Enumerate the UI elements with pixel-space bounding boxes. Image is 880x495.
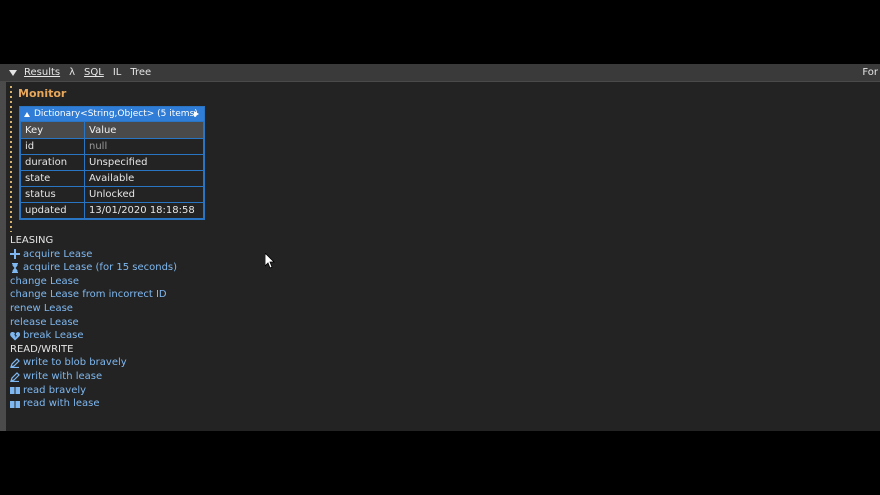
tab-sql[interactable]: SQL (84, 67, 104, 78)
dictionary-grid: Key Value id null duration Unspecified s… (20, 121, 204, 219)
row-key: updated (20, 202, 85, 219)
row-value: 13/01/2020 18:18:58 (84, 202, 204, 219)
table-row: updated 13/01/2020 18:18:58 (20, 202, 204, 219)
read-with-lease-link[interactable]: read with lease (10, 397, 177, 411)
results-toolbar: Results λ SQL IL Tree For (0, 64, 880, 82)
table-header-row: Key Value (20, 121, 204, 139)
read-with-lease-label: read with lease (23, 398, 100, 410)
acquire-lease-link[interactable]: acquire Lease (10, 248, 177, 262)
tab-il[interactable]: IL (113, 67, 122, 78)
table-row: status Unlocked (20, 186, 204, 203)
write-with-lease-label: write with lease (23, 370, 103, 382)
table-row: state Available (20, 170, 204, 187)
table-row: duration Unspecified (20, 154, 204, 171)
collapse-up-icon[interactable] (24, 111, 30, 117)
left-gutter (0, 82, 6, 431)
action-list: LEASING acquire Lease acquire Lease (for… (10, 234, 177, 411)
table-row: id null (20, 138, 204, 155)
row-key: id (20, 138, 85, 155)
write-icon (10, 358, 20, 369)
dictionary-header-label: Dictionary<String,Object> (5 items) (34, 109, 198, 119)
dotted-guide (10, 86, 12, 232)
book-icon (10, 400, 20, 408)
row-key: status (20, 186, 85, 203)
dictionary-header[interactable]: Dictionary<String,Object> (5 items) (20, 107, 204, 121)
row-value: Unlocked (84, 186, 204, 203)
book-icon (10, 387, 20, 395)
read-bravely-link[interactable]: read bravely (10, 384, 177, 398)
release-lease-link[interactable]: release Lease (10, 316, 177, 330)
collapse-triangle-icon[interactable] (9, 69, 17, 76)
renew-lease-link[interactable]: renew Lease (10, 302, 177, 316)
read-bravely-label: read bravely (23, 384, 87, 396)
results-panel: Results λ SQL IL Tree For Monitor Dictio… (0, 64, 880, 431)
mouse-pointer-icon (265, 253, 275, 269)
break-lease-link[interactable]: break Lease (10, 329, 177, 343)
tab-lambda[interactable]: λ (69, 67, 75, 78)
broken-heart-icon (10, 331, 20, 341)
column-header-value: Value (84, 121, 204, 139)
row-value: Unspecified (84, 154, 204, 171)
hourglass-icon (12, 262, 18, 273)
expand-right-icon[interactable] (194, 111, 199, 117)
row-value: null (84, 138, 204, 155)
acquire-lease-15s-label: acquire Lease (for 15 seconds) (23, 262, 178, 274)
write-bravely-label: write to blob bravely (23, 357, 127, 369)
write-with-lease-link[interactable]: write with lease (10, 370, 177, 384)
dictionary-table: Dictionary<String,Object> (5 items) Key … (19, 106, 205, 220)
leasing-heading: LEASING (10, 235, 54, 246)
row-key: state (20, 170, 85, 187)
break-lease-label: break Lease (23, 330, 84, 342)
column-header-key: Key (20, 121, 85, 139)
toolbar-right-label[interactable]: For (862, 67, 878, 78)
row-key: duration (20, 154, 85, 171)
row-value: Available (84, 170, 204, 187)
readwrite-heading: READ/WRITE (10, 343, 74, 355)
monitor-title: Monitor (18, 87, 67, 100)
tab-tree[interactable]: Tree (130, 67, 151, 78)
write-icon (10, 371, 20, 382)
results-content: Monitor Dictionary<String,Object> (5 ite… (10, 82, 880, 431)
acquire-lease-15s-link[interactable]: acquire Lease (for 15 seconds) (10, 261, 177, 275)
write-bravely-link[interactable]: write to blob bravely (10, 356, 177, 370)
change-lease-incorrect-id-link[interactable]: change Lease from incorrect ID (10, 288, 177, 302)
plus-icon (10, 249, 20, 260)
change-lease-link[interactable]: change Lease (10, 275, 177, 289)
tab-results[interactable]: Results (24, 67, 60, 78)
acquire-lease-label: acquire Lease (23, 248, 93, 260)
